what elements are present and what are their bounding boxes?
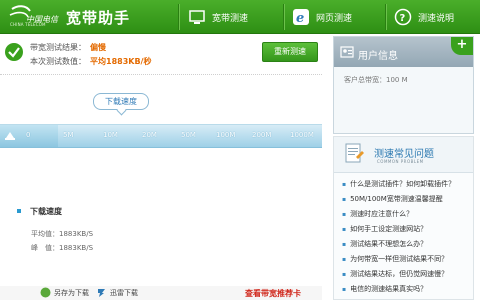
faq-item[interactable]: 电信的测速结果真实吗？ — [342, 284, 427, 294]
faq-subtitle: COMMON PROBLEM — [377, 159, 424, 164]
faq-document-icon — [345, 143, 364, 163]
avg-value: 1883KB/S — [59, 230, 94, 238]
speed-tick-label: 1000M — [290, 131, 314, 139]
result-line: 带宽测试结果： 偏慢 — [30, 42, 106, 53]
faq-item[interactable]: 为何带宽一样但测试结果不同？ — [342, 254, 448, 264]
app-title: 宽带助手 — [66, 9, 131, 27]
speed-bar: 0 5M 10M 20M 50M 100M 200M 1000M — [0, 124, 322, 148]
thunder-label: 迅雷下载 — [110, 288, 138, 297]
result-label: 带宽测试结果： — [30, 43, 86, 52]
header-separator — [178, 4, 179, 30]
faq-item[interactable]: 测试结果达标，但仍觉网速慢？ — [342, 269, 448, 279]
help-icon: ? — [394, 8, 412, 26]
data-line: 本次测试数值： 平均1883KB/秒 — [30, 56, 151, 67]
speed-tick-label: 10M — [103, 131, 118, 139]
faq-item[interactable]: 什么是测试插件？如何卸载插件？ — [342, 179, 455, 189]
faq-box: 测速常见问题 COMMON PROBLEM 什么是测试插件？如何卸载插件？ 50… — [333, 136, 474, 300]
bandwidth-line: 客户总带宽：100 M — [344, 75, 408, 85]
speed-tick-label: 20M — [142, 131, 157, 139]
bandwidth-value: 100 M — [386, 76, 408, 84]
peak-line: 峰 值：1883KB/S — [31, 243, 93, 253]
nav-webpage-test[interactable]: e 网页测速 — [292, 7, 352, 27]
speed-tick-label: 100M — [216, 131, 236, 139]
faq-title: 测速常见问题 — [374, 149, 434, 160]
faq-header: 测速常见问题 COMMON PROBLEM — [334, 137, 473, 173]
logo-caption: CHINA TELECOM — [10, 22, 46, 27]
header-separator — [385, 4, 386, 30]
nav-test-instructions[interactable]: ? 测速说明 — [394, 7, 454, 27]
data-label: 本次测试数值： — [30, 57, 86, 66]
faq-item[interactable]: 如何手工设定测速网站？ — [342, 224, 427, 234]
speed-tick-label: 0 — [26, 131, 31, 139]
data-value: 平均1883KB/秒 — [90, 57, 152, 66]
right-panel: 用户信息 + 客户总带宽：100 M 测速常见问题 COMMON PROBLEM… — [333, 36, 474, 300]
speed-tick-label: 50M — [181, 131, 196, 139]
save-icon — [40, 287, 51, 298]
save-as-download[interactable]: 另存为下载 — [40, 287, 89, 298]
svg-text:e: e — [296, 11, 304, 26]
nav-label: 宽带测速 — [212, 13, 249, 24]
save-as-label: 另存为下载 — [54, 288, 89, 297]
thunder-download[interactable]: 迅雷下载 — [96, 287, 138, 298]
bandwidth-recommend-link[interactable]: 查看带宽推荐卡 — [245, 288, 301, 299]
peak-label: 峰 值： — [31, 244, 59, 252]
user-info-title: 用户信息 — [358, 51, 398, 62]
result-value: 偏慢 — [90, 43, 106, 52]
bandwidth-label: 客户总带宽： — [344, 76, 386, 84]
download-bullet — [17, 209, 21, 213]
user-info-box: 用户信息 + 客户总带宽：100 M — [333, 36, 474, 134]
avg-line: 平均值：1883KB/S — [31, 229, 93, 239]
divider — [0, 74, 322, 75]
nav-broadband-test[interactable]: 宽带测速 — [188, 7, 248, 27]
user-info-header: 用户信息 + — [334, 37, 473, 67]
user-card-icon — [340, 46, 354, 58]
app-header: 中国电信 CHINA TELECOM 宽带助手 宽带测速 e 网页测速 ? 测速… — [0, 0, 480, 34]
nav-label: 网页测速 — [316, 13, 353, 24]
test-result-panel: 带宽测试结果： 偏慢 本次测试数值： 平均1883KB/秒 重新测速 — [0, 36, 322, 72]
thunder-icon — [98, 289, 105, 297]
retest-button[interactable]: 重新测速 — [262, 42, 318, 62]
ie-browser-icon: e — [293, 9, 309, 26]
header-separator — [283, 4, 284, 30]
speed-tick-label: 5M — [63, 131, 74, 139]
download-title: 下载速度 — [30, 207, 62, 216]
avg-label: 平均值： — [31, 230, 59, 238]
nav-label: 测速说明 — [418, 13, 455, 24]
check-circle-icon — [5, 43, 23, 61]
china-telecom-logo: 中国电信 — [9, 5, 59, 24]
download-speed-tab[interactable]: 下载速度 — [93, 93, 149, 110]
speed-gauge-icon — [5, 132, 15, 140]
svg-text:?: ? — [400, 13, 406, 24]
faq-item[interactable]: 测速时应注意什么？ — [342, 209, 413, 219]
faq-item[interactable]: 50M/100M宽带测速温馨提醒 — [342, 194, 443, 204]
peak-value: 1883KB/S — [59, 244, 94, 252]
speed-tick-label: 200M — [252, 131, 272, 139]
monitor-icon — [189, 10, 205, 24]
faq-item[interactable]: 测试结果不理想怎么办？ — [342, 239, 427, 249]
add-icon[interactable]: + — [451, 37, 473, 55]
